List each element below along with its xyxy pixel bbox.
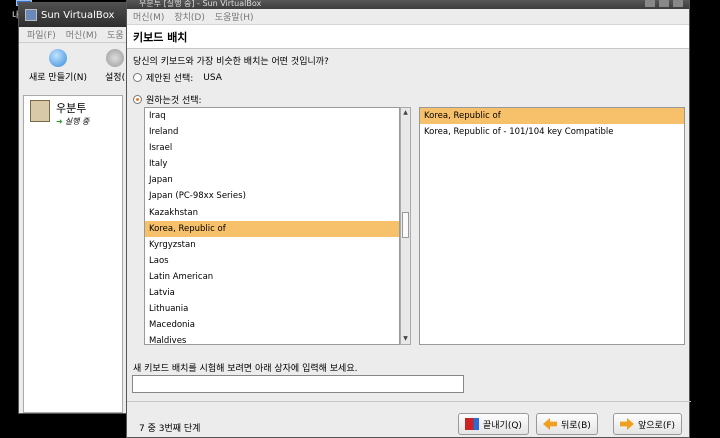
layout-item[interactable]: Korea, Republic of - 101/104 key Compati… — [420, 124, 684, 140]
dialog-heading: 키보드 배치 — [127, 25, 689, 49]
forward-label: 앞으로(F) — [638, 420, 676, 431]
close-button[interactable] — [673, 0, 683, 7]
vm-state: ➜ 실행 중 — [56, 116, 89, 127]
vm-name: 우분투 — [56, 102, 87, 115]
country-item[interactable]: Italy — [145, 156, 399, 172]
scrollbar-thumb[interactable] — [402, 212, 409, 238]
arrow-right-icon — [620, 418, 634, 430]
custom-label: 원하는것 선택: — [146, 96, 202, 106]
quit-label: 끝내기(Q) — [483, 420, 522, 431]
vm-list-item[interactable]: 우분투 ➜ 실행 중 — [24, 96, 122, 131]
back-button[interactable]: 뒤로(B) — [536, 413, 598, 435]
dialog-menubar: 머신(M) 장치(D) 도움말(H) — [127, 9, 689, 25]
custom-radio[interactable] — [133, 95, 142, 104]
window-controls — [645, 0, 683, 7]
country-item[interactable]: Japan — [145, 172, 399, 188]
dialog-menu-help[interactable]: 도움말(H) — [215, 10, 254, 23]
virtualbox-logo-icon — [25, 9, 37, 21]
new-vm-button[interactable]: 새로 만들기(N) — [29, 49, 87, 93]
country-item[interactable]: Maldives — [145, 333, 399, 344]
test-input-label: 새 키보드 배치를 시험해 보려면 아래 상자에 입력해 보세요. — [133, 364, 358, 374]
country-item[interactable]: Ireland — [145, 124, 399, 140]
quit-button[interactable]: 끝내기(Q) — [458, 413, 529, 435]
desktop: 내 Sun VirtualBox 파일(F) 머신(M) 도움 새로 만들기(N… — [0, 0, 720, 438]
country-item[interactable]: Kyrgyzstan — [145, 237, 399, 253]
dialog-titlebar[interactable]: 우분투 [실행 중] - Sun VirtualBox — [127, 0, 689, 9]
forward-button[interactable]: 앞으로(F) — [613, 413, 683, 435]
country-item[interactable]: Japan (PC-98xx Series) — [145, 188, 399, 204]
country-item[interactable]: Latin American — [145, 269, 399, 285]
settings-button[interactable]: 설정( — [105, 49, 125, 93]
country-item[interactable]: Korea, Republic of — [145, 220, 399, 237]
layout-item[interactable]: Korea, Republic of — [420, 108, 684, 125]
dialog-menu-machine[interactable]: 머신(M) — [133, 10, 164, 23]
country-item[interactable]: Macedonia — [145, 317, 399, 333]
country-item[interactable]: Iraq — [145, 108, 399, 124]
vm-state-label: 실행 중 — [64, 117, 90, 126]
footer-divider — [127, 401, 691, 402]
minimize-button[interactable] — [645, 0, 655, 7]
step-indicator: 7 중 3번째 단계 — [139, 424, 201, 434]
country-item[interactable]: Kazakhstan — [145, 205, 399, 221]
new-vm-label: 새로 만들기(N) — [29, 73, 88, 83]
suggested-label: 제안된 선택: — [146, 74, 194, 84]
back-label: 뒤로(B) — [561, 420, 591, 431]
vm-list: 우분투 ➜ 실행 중 — [23, 95, 123, 413]
test-keyboard-input[interactable] — [132, 375, 464, 393]
country-list[interactable]: Iraq Ireland Israel Italy Japan Japan (PC-98x… — [144, 107, 400, 345]
dialog-title: 우분투 [실행 중] - Sun VirtualBox — [139, 0, 262, 8]
layout-question: 당신의 키보드와 가장 비슷한 배치는 어떤 것입니까? — [133, 57, 329, 67]
country-item[interactable]: Latvia — [145, 285, 399, 301]
vbox-menu-machine[interactable]: 머신(M) — [66, 28, 97, 41]
ubuntu-os-icon — [30, 100, 50, 122]
country-item[interactable]: Lithuania — [145, 301, 399, 317]
country-item[interactable]: Laos — [145, 253, 399, 269]
new-sphere-icon — [49, 49, 68, 67]
running-arrow-icon: ➜ — [56, 117, 63, 126]
custom-option[interactable]: 원하는것 선택: — [133, 93, 202, 106]
layout-list[interactable]: Korea, Republic of Korea, Republic of - 1… — [419, 107, 685, 345]
keyboard-layout-dialog: 우분투 [실행 중] - Sun VirtualBox 머신(M) 장치(D) … — [126, 0, 691, 438]
scroll-up-arrow-icon[interactable]: ▲ — [401, 108, 410, 118]
vbox-title: Sun VirtualBox — [41, 9, 115, 21]
suggested-radio[interactable] — [133, 73, 142, 82]
vbox-menu-file[interactable]: 파일(F) — [27, 28, 56, 41]
arrow-left-icon — [543, 418, 557, 430]
vbox-menu-help[interactable]: 도움 — [107, 28, 124, 41]
quit-icon — [465, 418, 479, 430]
settings-label: 설정( — [105, 73, 126, 83]
dialog-menu-devices[interactable]: 장치(D) — [174, 10, 205, 23]
suggested-value: USA — [203, 72, 222, 83]
maximize-button[interactable] — [659, 0, 669, 7]
gear-icon — [106, 49, 125, 67]
country-list-scrollbar[interactable]: ▲ ▼ — [400, 107, 411, 345]
country-item[interactable]: Israel — [145, 140, 399, 156]
suggested-option[interactable]: 제안된 선택: USA — [133, 71, 222, 84]
scroll-down-arrow-icon[interactable]: ▼ — [401, 334, 410, 344]
